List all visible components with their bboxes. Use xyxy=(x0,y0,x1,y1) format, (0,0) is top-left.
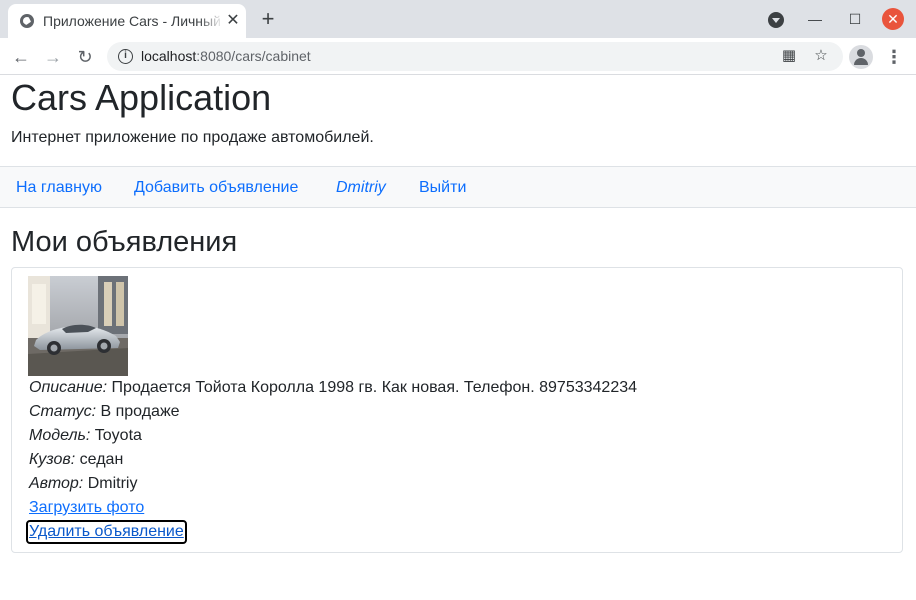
forward-icon[interactable]: → xyxy=(41,45,65,69)
globe-icon xyxy=(20,14,34,28)
menu-icon[interactable]: ⋮ xyxy=(884,45,904,69)
address-bar[interactable]: i localhost:8080/cars/cabinet ▦ ☆ xyxy=(107,42,843,71)
browser-tab-bar: Приложение Cars - Личный кабинет ✕ + — ☐… xyxy=(0,0,916,38)
app-subtitle: Интернет приложение по продаже автомобил… xyxy=(11,129,374,146)
new-tab-icon[interactable]: + xyxy=(258,8,278,30)
ad-card: Описание: Продается Тойота Королла 1998 … xyxy=(11,267,903,553)
browser-tab[interactable]: Приложение Cars - Личный кабинет ✕ xyxy=(8,4,246,38)
tab-search-icon[interactable] xyxy=(768,12,784,28)
ad-author: Автор: Dmitriy xyxy=(29,475,138,492)
qr-code-icon[interactable]: ▦ xyxy=(780,47,798,65)
url-text: localhost:8080/cars/cabinet xyxy=(141,48,311,64)
tab-close-icon[interactable]: ✕ xyxy=(224,12,242,30)
delete-ad-link[interactable]: Удалить объявление xyxy=(26,520,187,544)
tab-title: Приложение Cars - Личный кабинет xyxy=(43,13,223,31)
ad-status: Статус: В продаже xyxy=(29,403,180,420)
section-title: Мои объявления xyxy=(11,226,238,258)
maximize-icon[interactable]: ☐ xyxy=(844,8,866,30)
window-close-icon[interactable]: ✕ xyxy=(882,8,904,30)
nav-logout-link[interactable]: Выйти xyxy=(419,178,466,198)
star-icon[interactable]: ☆ xyxy=(812,47,830,65)
upload-photo-link[interactable]: Загрузить фото xyxy=(29,498,144,518)
ad-model: Модель: Toyota xyxy=(29,427,142,444)
car-photo xyxy=(28,276,128,376)
reload-icon[interactable]: ↻ xyxy=(73,45,97,69)
nav-home-link[interactable]: На главную xyxy=(16,178,102,198)
minimize-icon[interactable]: — xyxy=(804,8,826,30)
nav-add-ad-link[interactable]: Добавить объявление xyxy=(134,178,298,198)
ad-description: Описание: Продается Тойота Королла 1998 … xyxy=(29,379,638,396)
profile-icon[interactable] xyxy=(849,45,873,69)
back-icon[interactable]: ← xyxy=(9,45,33,69)
navbar: На главную Добавить объявление Dmitriy В… xyxy=(0,166,916,208)
app-title: Cars Application xyxy=(11,77,272,118)
nav-user-link[interactable]: Dmitriy xyxy=(336,178,386,198)
ad-body-type: Кузов: седан xyxy=(29,451,124,468)
info-icon[interactable]: i xyxy=(118,49,133,64)
page-content: Cars Application Интернет приложение по … xyxy=(0,76,916,600)
browser-toolbar: ← → ↻ i localhost:8080/cars/cabinet ▦ ☆ … xyxy=(0,38,916,75)
